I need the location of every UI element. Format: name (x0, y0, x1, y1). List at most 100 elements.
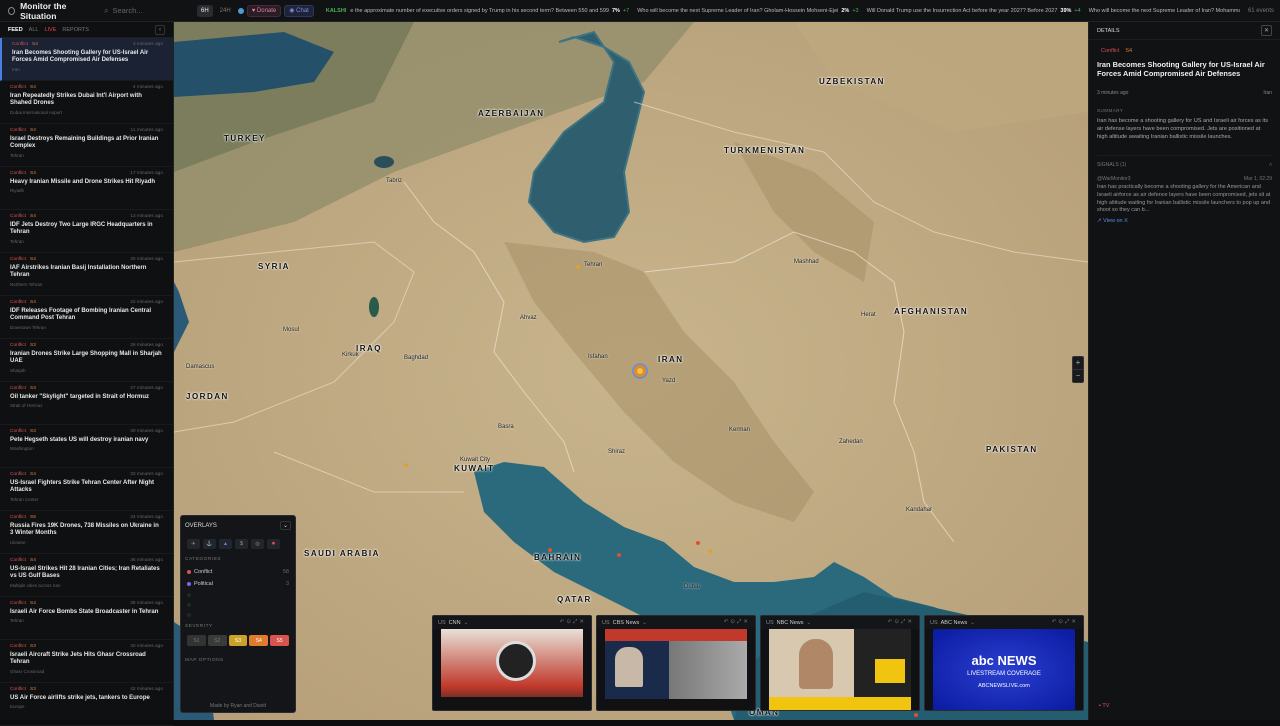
item-location: Ghasr Crossroad (10, 668, 45, 674)
video-frame[interactable] (605, 629, 747, 710)
base-icon[interactable]: ▲ (219, 539, 232, 549)
item-title: Israeli Air Force Bombs State Broadcaste… (10, 609, 159, 615)
severity-button[interactable]: S5 (270, 635, 289, 646)
ticker-item[interactable]: Who will become the next Supreme Leader … (637, 8, 858, 14)
feed-item[interactable]: Conflict S4 33 minutes ago US-Israel Fighte… (0, 468, 173, 511)
category-name: Conflict (194, 569, 213, 575)
severity-button[interactable]: S2 (207, 635, 227, 646)
fire-icon[interactable]: ✸ (267, 539, 280, 549)
video-frame[interactable]: abc NEWS LIVESTREAM COVERAGE ABCNEWSLIVE.c… (933, 629, 1075, 710)
chevron-down-icon[interactable]: ⌄ (642, 620, 647, 626)
chevron-down-icon[interactable]: ⌄ (970, 620, 975, 626)
signals-label[interactable]: SIGNALS (1) (1097, 162, 1126, 168)
channel-name[interactable]: CBS News (613, 620, 640, 626)
ticker-item[interactable]: KALSHI e the approximate number of execut… (326, 8, 629, 14)
severity-tag: S3 (30, 644, 36, 649)
map-options-toggle[interactable]: MAP OPTIONS (181, 654, 295, 667)
feed-item[interactable]: Conflict S4 38 minutes ago Israeli Air Forc… (0, 597, 173, 640)
feed-item[interactable]: Conflict S5 34 minutes ago Russia Fires 19K… (0, 511, 173, 554)
chat-button[interactable]: ◉ Chat (284, 4, 314, 17)
tab-reports[interactable]: REPORTS (62, 27, 89, 33)
signal-user[interactable]: @WarMonitor3 (1097, 176, 1131, 182)
player-controls-icon[interactable]: ↶⊙⤢✕ (888, 619, 914, 626)
feed-item[interactable]: Conflict S4 20 minutes ago IAF Airstrikes I… (0, 253, 173, 296)
player-controls-icon[interactable]: ↶⊙⤢✕ (1052, 619, 1078, 626)
zoom-out-button[interactable]: − (1073, 369, 1083, 382)
ticker-change: +7 (622, 7, 630, 14)
category-toggle[interactable]: Political 3 (181, 578, 295, 590)
events-count: 61 events (1247, 7, 1274, 14)
range-6h-button[interactable]: 6H (197, 4, 213, 17)
chevron-down-icon[interactable]: ⌄ (464, 620, 469, 626)
feed-item[interactable]: Conflict S3 26 minutes ago Iranian Drones S… (0, 339, 173, 382)
player-controls-icon[interactable]: ↶⊙⤢✕ (560, 619, 586, 626)
channel-name[interactable]: ABC News (941, 620, 968, 626)
city-label: Zahedan (839, 439, 863, 445)
feed-item[interactable]: Conflict S3 40 minutes ago Israeli Aircraft… (0, 640, 173, 683)
severity-button[interactable]: S1 (187, 635, 206, 646)
ticker-text: Who will become the next Supreme Leader … (637, 7, 839, 14)
item-location: Dubai International Airport (10, 109, 63, 115)
item-location: Washington (10, 446, 34, 452)
ticker-item[interactable]: Will Donald Trump use the Insurrection A… (867, 8, 1081, 14)
item-location: Multiple cities across Iran (10, 582, 61, 588)
aircraft-icon[interactable]: ✈ (187, 539, 200, 549)
chevron-up-icon[interactable]: ˄ (1269, 162, 1272, 168)
chevron-down-icon[interactable]: ⌄ (279, 521, 291, 530)
search-input[interactable]: Search... (112, 6, 142, 15)
severity-tag: S4 (30, 171, 36, 176)
tab-all[interactable]: ALL (29, 27, 39, 33)
pin-icon[interactable]: ◎ (251, 539, 264, 549)
ship-icon[interactable]: ⚓ (203, 539, 216, 549)
city-label: Yazd (662, 378, 676, 384)
tab-feed[interactable]: FEED (8, 27, 23, 33)
severity-button[interactable]: S3 (228, 635, 248, 646)
item-location: Riyadh (10, 188, 25, 194)
tv-player[interactable]: US ABC News ⌄ ↶⊙⤢✕ abc NEWS LIVESTREAM COVERA… (924, 615, 1084, 711)
category-hidden (181, 610, 295, 620)
feed-item[interactable]: Conflict S4 4 minutes ago Iran Repeatedly S… (0, 81, 173, 124)
feed-item[interactable]: Conflict S4 17 minutes ago Heavy Iranian Mi… (0, 167, 173, 210)
item-title: IDF Jets Destroy Two Large IRGC Headquar… (10, 222, 153, 236)
app-brand[interactable]: Monitor the Situation (0, 1, 100, 21)
view-on-x-link[interactable]: ↗ View on X (1097, 218, 1272, 224)
feed-item[interactable]: Conflict S4 13 minutes ago IDF Jets Destroy… (0, 210, 173, 253)
feed-item[interactable]: Conflict S4 3 minutes ago Iran Becomes Shoo… (0, 38, 173, 81)
details-time: 3 minutes ago (1097, 90, 1129, 96)
feed-item[interactable]: Conflict S4 22 minutes ago IDF Releases Foo… (0, 296, 173, 339)
tv-player[interactable]: US NBC News ⌄ ↶⊙⤢✕ (760, 615, 920, 711)
chevron-down-icon[interactable]: ⌄ (807, 620, 812, 626)
item-time: 38 minutes ago (130, 601, 163, 606)
city-label: Kerman (729, 427, 751, 433)
severity-button[interactable]: S4 (249, 635, 269, 646)
channel-name[interactable]: CNN (449, 620, 461, 626)
item-title: IDF Releases Footage of Bombing Iranian … (10, 308, 152, 322)
feed-item[interactable]: Conflict S3 27 minutes ago Oil tanker "Skyl… (0, 382, 173, 425)
ticker-item[interactable]: Who will become the next Supreme Leader … (1089, 8, 1240, 14)
collapse-panel-icon[interactable]: ‹ (155, 24, 165, 35)
tv-player[interactable]: US CBS News ⌄ ↶⊙⤢✕ (596, 615, 756, 711)
range-24h-button[interactable]: 24H (216, 5, 235, 17)
video-frame[interactable] (769, 629, 911, 710)
categories-label: CATEGORIES (185, 557, 222, 562)
item-title: Iranian Drones Strike Large Shopping Mal… (10, 351, 162, 365)
dollar-icon[interactable]: $ (235, 539, 248, 549)
details-panel: DETAILS ✕ Conflict S4 Iran Becomes Shootin… (1088, 22, 1280, 720)
tab-live[interactable]: LIVE (44, 27, 56, 33)
zoom-in-button[interactable]: + (1073, 357, 1083, 369)
tv-toggle-button[interactable]: ▪ TV (1099, 703, 1109, 709)
search-box[interactable]: ⌕ Search... (104, 6, 194, 16)
channel-name[interactable]: NBC News (777, 620, 804, 626)
category-toggle[interactable]: Conflict 58 (181, 566, 295, 578)
video-frame[interactable] (441, 629, 583, 710)
player-controls-icon[interactable]: ↶⊙⤢✕ (724, 619, 750, 626)
market-ticker[interactable]: KALSHI e the approximate number of execut… (326, 8, 1240, 14)
tv-player[interactable]: US CNN ⌄ ↶⊙⤢✕ (432, 615, 592, 711)
donate-button[interactable]: ♥ Donate (246, 4, 282, 17)
item-location: Strait of Hormuz (10, 403, 43, 409)
feed-item[interactable]: Conflict S3 30 minutes ago Pete Hegseth sta… (0, 425, 173, 468)
category-tag: Conflict (10, 558, 26, 563)
feed-item[interactable]: Conflict S4 11 minutes ago Israel Destroys … (0, 124, 173, 167)
close-icon[interactable]: ✕ (1261, 25, 1272, 36)
feed-item[interactable]: Conflict S4 36 minutes ago US-Israel Strike… (0, 554, 173, 597)
